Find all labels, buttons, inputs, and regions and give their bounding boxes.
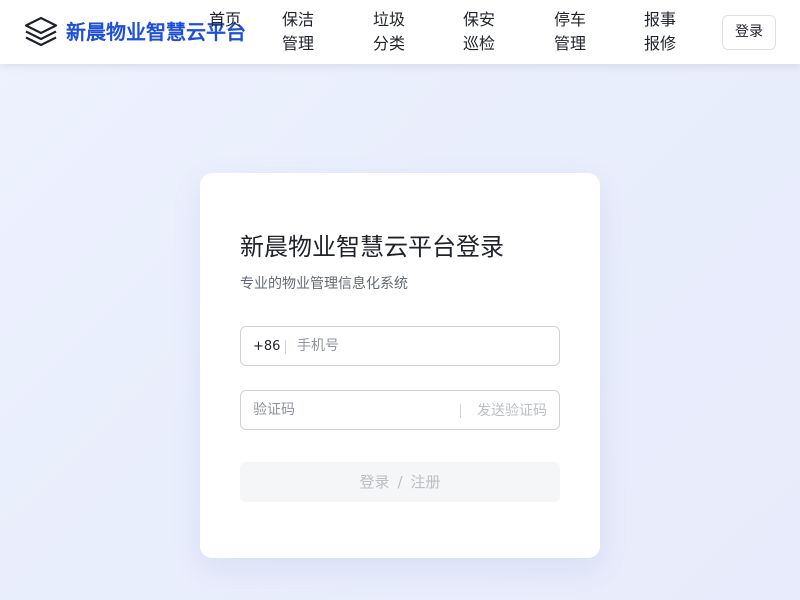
divider — [460, 404, 461, 418]
country-code-selector[interactable]: +86 — [253, 337, 280, 357]
login-subtitle: 专业的物业管理信息化系统 — [240, 276, 408, 292]
nav-item-parking[interactable]: 停车管理 — [554, 8, 590, 56]
code-field: 发送验证码 — [240, 390, 560, 430]
nav-item-home[interactable]: 首页 — [209, 8, 245, 32]
layers-icon — [24, 16, 58, 47]
nav-item-cleaning[interactable]: 保洁管理 — [282, 8, 318, 56]
login-title: 新晨物业智慧云平台登录 — [240, 233, 504, 261]
brand[interactable]: 新晨物业智慧云平台 — [23, 14, 246, 50]
top-navbar: 新晨物业智慧云平台 首页 保洁管理 垃圾分类 保安巡检 停车管理 报事报修 登录 — [0, 0, 800, 64]
header-login-button[interactable]: 登录 — [722, 15, 776, 50]
verification-code-input[interactable] — [253, 392, 453, 428]
submit-register-label: 注册 — [410, 473, 441, 491]
phone-input[interactable] — [297, 328, 547, 364]
nav-item-security[interactable]: 保安巡检 — [463, 8, 499, 56]
login-register-button[interactable]: 登录 / 注册 — [240, 462, 560, 502]
divider — [285, 340, 286, 354]
nav-item-garbage[interactable]: 垃圾分类 — [373, 8, 409, 56]
submit-separator: / — [397, 473, 403, 491]
nav-item-repair[interactable]: 报事报修 — [644, 8, 680, 56]
submit-login-label: 登录 — [359, 473, 390, 491]
phone-field: +86 — [240, 326, 560, 366]
send-code-button[interactable]: 发送验证码 — [477, 401, 547, 421]
login-card: 新晨物业智慧云平台登录 专业的物业管理信息化系统 +86 发送验证码 登录 / 注册 — [200, 173, 600, 558]
